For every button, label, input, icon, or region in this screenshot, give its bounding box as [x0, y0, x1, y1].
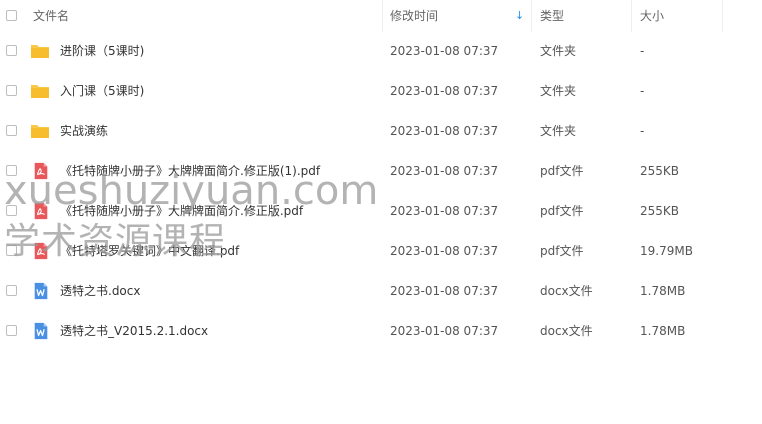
file-type: 文件夹	[540, 84, 577, 98]
file-size: -	[640, 44, 645, 58]
select-all-checkbox[interactable]	[6, 10, 17, 21]
row-checkbox[interactable]	[6, 245, 17, 256]
file-name[interactable]: 《托特随牌小册子》大牌牌面简介.修正版.pdf	[60, 191, 303, 231]
column-header-type[interactable]: 类型	[540, 0, 564, 32]
file-row[interactable]: 入门课（5课时) 2023-01-08 07:37 文件夹 -	[0, 71, 762, 111]
file-name[interactable]: 《托特塔罗关键词》中文翻译.pdf	[60, 231, 239, 271]
file-row[interactable]: 进阶课（5课时) 2023-01-08 07:37 文件夹 -	[0, 31, 762, 71]
column-divider	[631, 0, 632, 32]
file-name[interactable]: 入门课（5课时)	[60, 71, 144, 111]
word-doc-icon	[34, 322, 48, 340]
column-header-size[interactable]: 大小	[640, 0, 664, 32]
pdf-icon	[34, 242, 48, 260]
file-modified: 2023-01-08 07:37	[390, 124, 499, 138]
file-size: -	[640, 124, 645, 138]
pdf-icon	[34, 202, 48, 220]
file-type: pdf文件	[540, 164, 584, 178]
file-type: docx文件	[540, 284, 593, 298]
file-name[interactable]: 《托特随牌小册子》大牌牌面简介.修正版(1).pdf	[60, 151, 320, 191]
file-modified: 2023-01-08 07:37	[390, 324, 499, 338]
column-divider	[722, 0, 723, 32]
file-type: docx文件	[540, 324, 593, 338]
row-checkbox[interactable]	[6, 45, 17, 56]
word-doc-icon	[34, 282, 48, 300]
file-type: 文件夹	[540, 124, 577, 138]
file-name[interactable]: 实战演练	[60, 111, 108, 151]
row-checkbox[interactable]	[6, 325, 17, 336]
file-modified: 2023-01-08 07:37	[390, 244, 499, 258]
file-name[interactable]: 透特之书.docx	[60, 271, 140, 311]
file-row[interactable]: 透特之书.docx 2023-01-08 07:37 docx文件 1.78MB	[0, 271, 762, 311]
file-row[interactable]: 实战演练 2023-01-08 07:37 文件夹 -	[0, 111, 762, 151]
folder-icon	[31, 45, 49, 58]
column-header-name[interactable]: 文件名	[33, 0, 69, 32]
file-size: 1.78MB	[640, 324, 686, 338]
row-checkbox[interactable]	[6, 125, 17, 136]
file-modified: 2023-01-08 07:37	[390, 284, 499, 298]
file-modified: 2023-01-08 07:37	[390, 204, 499, 218]
column-divider	[531, 0, 532, 32]
row-checkbox[interactable]	[6, 205, 17, 216]
list-header: 文件名 修改时间 ↓ 类型 大小	[0, 0, 762, 32]
file-list: 文件名 修改时间 ↓ 类型 大小 进阶课（5课时) 2023-01-08 07:…	[0, 0, 762, 424]
row-checkbox[interactable]	[6, 285, 17, 296]
file-type: pdf文件	[540, 204, 584, 218]
row-checkbox[interactable]	[6, 85, 17, 96]
file-size: 19.79MB	[640, 244, 693, 258]
file-size: 1.78MB	[640, 284, 686, 298]
file-modified: 2023-01-08 07:37	[390, 84, 499, 98]
file-size: -	[640, 84, 645, 98]
folder-icon	[31, 85, 49, 98]
file-name[interactable]: 透特之书_V2015.2.1.docx	[60, 311, 208, 351]
column-divider	[382, 0, 383, 32]
file-name[interactable]: 进阶课（5课时)	[60, 31, 144, 71]
file-row[interactable]: 《托特塔罗关键词》中文翻译.pdf 2023-01-08 07:37 pdf文件…	[0, 231, 762, 271]
column-header-modified[interactable]: 修改时间	[390, 0, 438, 32]
file-size: 255KB	[640, 204, 680, 218]
file-size: 255KB	[640, 164, 680, 178]
row-checkbox[interactable]	[6, 165, 17, 176]
file-row[interactable]: 《托特随牌小册子》大牌牌面简介.修正版.pdf 2023-01-08 07:37…	[0, 191, 762, 231]
folder-icon	[31, 125, 49, 138]
file-type: 文件夹	[540, 44, 577, 58]
file-row[interactable]: 透特之书_V2015.2.1.docx 2023-01-08 07:37 doc…	[0, 311, 762, 351]
file-modified: 2023-01-08 07:37	[390, 44, 499, 58]
pdf-icon	[34, 162, 48, 180]
file-row[interactable]: 《托特随牌小册子》大牌牌面简介.修正版(1).pdf 2023-01-08 07…	[0, 151, 762, 191]
sort-descending-icon[interactable]: ↓	[515, 0, 524, 32]
file-type: pdf文件	[540, 244, 584, 258]
file-modified: 2023-01-08 07:37	[390, 164, 499, 178]
